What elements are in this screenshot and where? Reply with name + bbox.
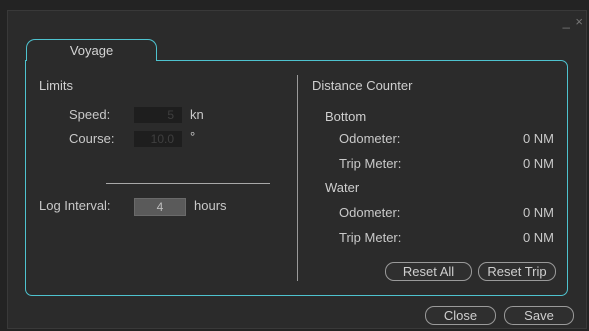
distance-counter-heading: Distance Counter [312,78,413,93]
bottom-heading: Bottom [325,109,367,124]
water-odometer-label: Odometer: [339,205,401,220]
speed-unit: kn [190,107,204,122]
water-trip-value: 0 NM [522,230,554,245]
water-heading: Water [325,180,360,195]
window-controls[interactable]: _ × [563,15,584,28]
reset-trip-button[interactable]: Reset Trip [478,262,556,281]
bottom-odometer-value: 0 NM [522,131,554,146]
water-trip-label: Trip Meter: [339,230,402,245]
close-button[interactable]: Close [425,306,496,325]
divider-horizontal [106,183,270,184]
course-unit: ° [190,129,196,144]
save-button[interactable]: Save [504,306,574,325]
divider-vertical [297,75,298,281]
bottom-trip-value: 0 NM [522,156,554,171]
speed-input[interactable]: 5 [134,107,182,123]
course-label: Course: [69,131,115,146]
water-odometer-value: 0 NM [522,205,554,220]
bottom-trip-label: Trip Meter: [339,156,402,171]
course-input[interactable]: 10.0 [134,131,182,147]
bottom-odometer-label: Odometer: [339,131,401,146]
tab-voyage[interactable]: Voyage [26,39,157,61]
log-interval-input[interactable]: 4 [134,198,186,216]
speed-label: Speed: [69,107,111,122]
limits-heading: Limits [39,78,73,93]
log-interval-unit: hours [194,198,227,213]
log-interval-label: Log Interval: [39,198,111,213]
reset-all-button[interactable]: Reset All [385,262,472,281]
